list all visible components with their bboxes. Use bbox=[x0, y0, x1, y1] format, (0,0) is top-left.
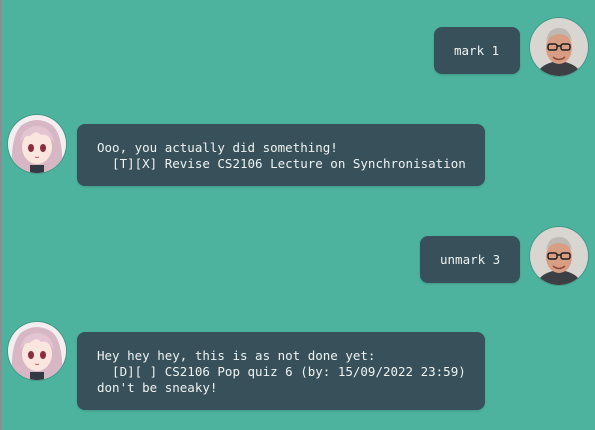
message-bubble: Ooo, you actually did something! [T][X] … bbox=[77, 124, 485, 186]
user-avatar bbox=[530, 18, 588, 76]
window-left-border bbox=[0, 0, 2, 430]
message-bubble: unmark 3 bbox=[420, 236, 520, 283]
bot-avatar bbox=[8, 322, 66, 380]
message-bubble: Hey hey hey, this is as not done yet: [D… bbox=[77, 332, 485, 410]
bot-avatar bbox=[8, 115, 66, 173]
message-bubble: mark 1 bbox=[434, 27, 520, 74]
user-avatar bbox=[530, 227, 588, 285]
